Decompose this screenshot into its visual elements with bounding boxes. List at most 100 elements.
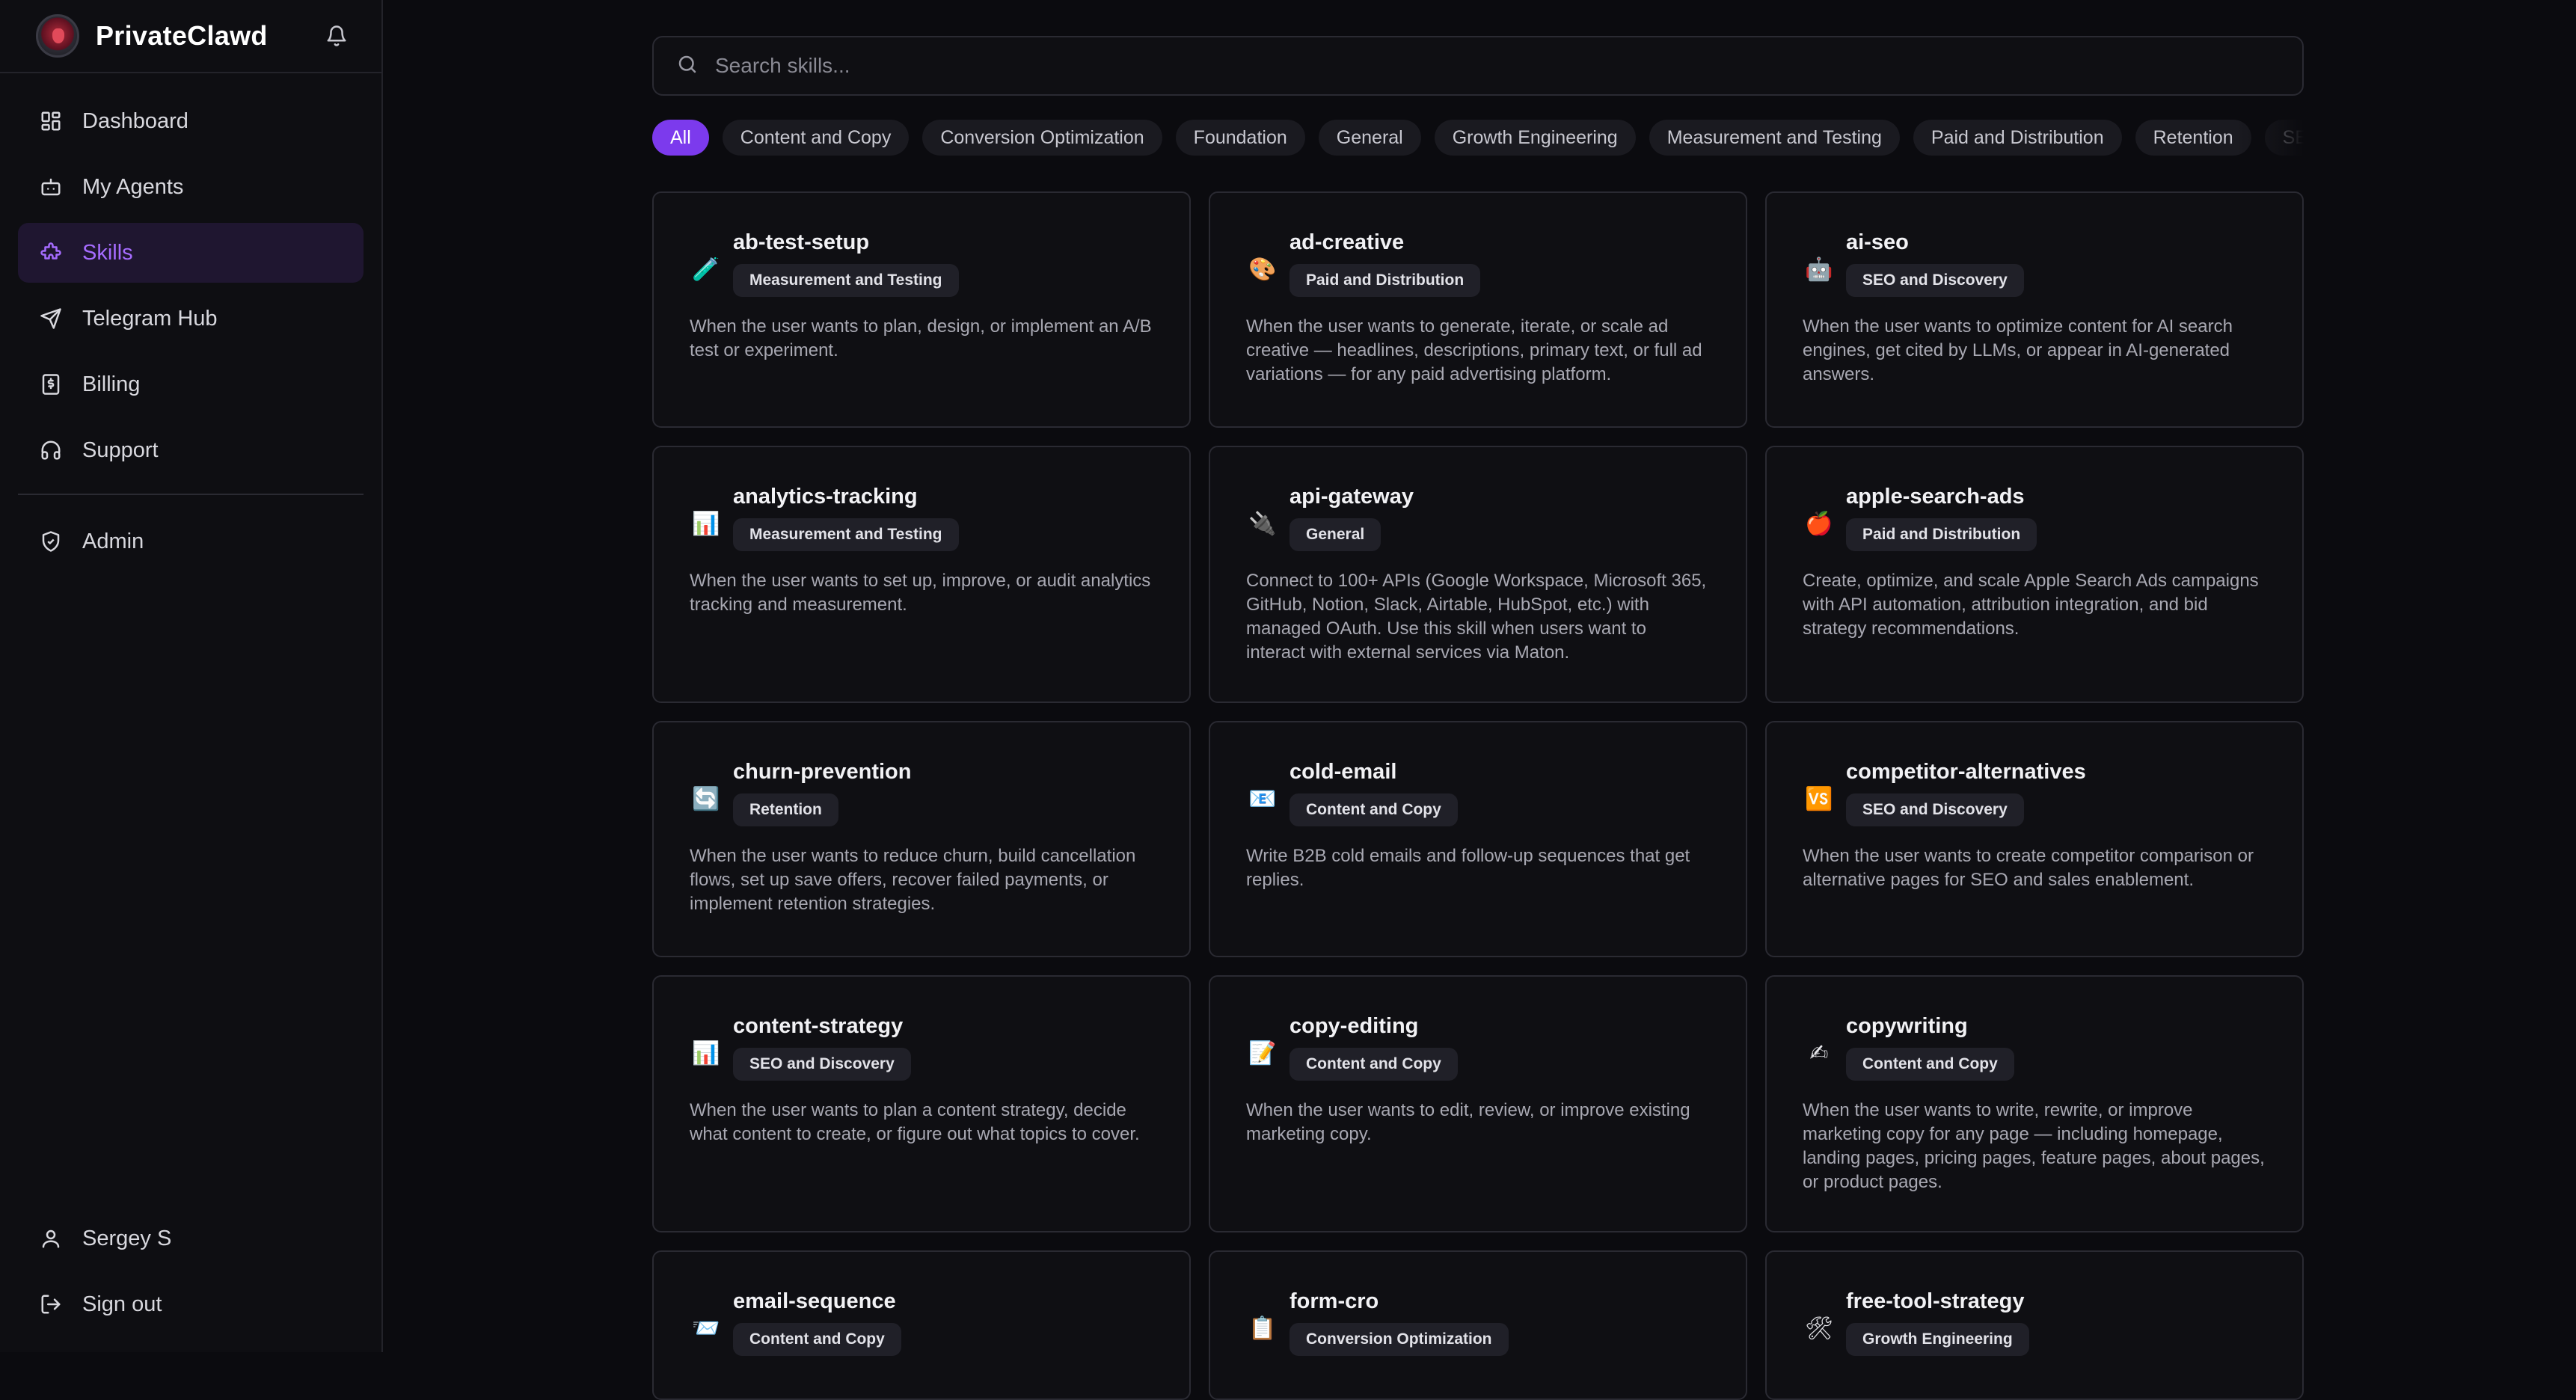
nav-item-my-agents[interactable]: My Agents	[18, 157, 364, 217]
skill-name: apple-search-ads	[1846, 485, 2037, 509]
sidebar-footer: Sergey S Sign out	[18, 1209, 364, 1340]
nav-item-dashboard[interactable]: Dashboard	[18, 91, 364, 151]
nav-label: Skills	[82, 241, 133, 265]
skill-card[interactable]: 🤖 ai-seoSEO and Discovery When the user wa…	[1765, 191, 2304, 428]
skill-name: cold-email	[1289, 760, 1458, 785]
skill-category-badge: Content and Copy	[1846, 1048, 2014, 1081]
filter-chip-foundation[interactable]: Foundation	[1176, 120, 1305, 156]
skill-category-badge: Content and Copy	[1289, 1048, 1458, 1081]
user-icon	[37, 1225, 64, 1252]
skill-card-header: 🧪ab-test-setupMeasurement and Testing	[690, 230, 1153, 297]
logout-icon	[37, 1291, 64, 1318]
skill-name: competitor-alternatives	[1846, 760, 2086, 785]
skill-description: When the user wants to set up, improve, …	[690, 569, 1153, 617]
main-nav: Dashboard My Agents Skills Telegram Hub …	[0, 73, 381, 571]
filter-chip-conversion-optimization[interactable]: Conversion Optimization	[922, 120, 1162, 156]
puzzle-icon	[37, 239, 64, 266]
nav-divider	[18, 494, 364, 495]
envelope-icon: 📨	[690, 1312, 723, 1345]
skill-card-header: 📨email-sequenceContent and Copy	[690, 1289, 1153, 1356]
skill-card-heading: api-gatewayGeneral	[1289, 485, 1414, 551]
skill-card[interactable]: 🍎apple-search-adsPaid and Distribution Cr…	[1765, 446, 2304, 703]
skill-description: Write B2B cold emails and follow-up sequ…	[1246, 844, 1710, 892]
nav-label: Support	[82, 438, 159, 463]
nav-item-billing[interactable]: Billing	[18, 354, 364, 414]
skill-description: When the user wants to edit, review, or …	[1246, 1099, 1710, 1146]
skill-card[interactable]: 📨email-sequenceContent and Copy	[652, 1250, 1191, 1400]
skill-card-heading: apple-search-adsPaid and Distribution	[1846, 485, 2037, 551]
filter-chip-growth-engineering[interactable]: Growth Engineering	[1435, 120, 1636, 156]
filter-chip-paid-and-distribution[interactable]: Paid and Distribution	[1913, 120, 2122, 156]
filter-chip-general[interactable]: General	[1319, 120, 1421, 156]
skill-card-heading: analytics-trackingMeasurement and Testin…	[733, 485, 959, 551]
skill-card[interactable]: 📊analytics-trackingMeasurement and Testi…	[652, 446, 1191, 703]
skill-description: When the user wants to plan a content st…	[690, 1099, 1153, 1146]
skill-description: When the user wants to optimize content …	[1803, 315, 2266, 387]
search-bar[interactable]	[652, 36, 2304, 96]
skill-card-heading: content-strategySEO and Discovery	[733, 1014, 911, 1081]
skill-card[interactable]: 🛠free-tool-strategyGrowth Engineering	[1765, 1250, 2304, 1400]
skill-card[interactable]: 🎨ad-creativePaid and DistributionWhen th…	[1209, 191, 1747, 428]
skill-card-header: 🔄churn-preventionRetention	[690, 760, 1153, 826]
dashboard-icon	[37, 108, 64, 135]
skill-card-header: 📝copy-editingContent and Copy	[1246, 1014, 1710, 1081]
plug-icon: 🔌	[1246, 507, 1279, 540]
category-filter-bar: All Content and Copy Conversion Optimizati…	[652, 120, 2304, 157]
skill-card-header: 🤖 ai-seoSEO and Discovery	[1803, 230, 2266, 297]
shield-icon	[37, 528, 64, 555]
nav-item-telegram-hub[interactable]: Telegram Hub	[18, 289, 364, 349]
envelope-icon: 📧	[1246, 782, 1279, 815]
filter-chip-retention[interactable]: Retention	[2135, 120, 2251, 156]
user-profile[interactable]: Sergey S	[18, 1209, 364, 1268]
skill-card-header: 📧cold-emailContent and Copy	[1246, 760, 1710, 826]
skill-card-heading: ad-creativePaid and Distribution	[1289, 230, 1480, 297]
skill-card-header: 🍎apple-search-adsPaid and Distribution	[1803, 485, 2266, 551]
skill-card-heading: ai-seoSEO and Discovery	[1846, 230, 2024, 297]
app-name: PrivateClawd	[96, 20, 268, 52]
skill-card[interactable]: 📊content-strategySEO and Discovery When t…	[652, 975, 1191, 1232]
skill-name: api-gateway	[1289, 485, 1414, 509]
tools-icon: 🛠	[1803, 1312, 1836, 1345]
sign-out-button[interactable]: Sign out	[18, 1274, 364, 1334]
search-input[interactable]	[715, 54, 2280, 78]
skill-card[interactable]: 🔌 api-gatewayGeneral Connect to 100+ APIs …	[1209, 446, 1747, 703]
robot-icon: 🤖	[1803, 253, 1836, 286]
skill-card[interactable]: 🆚 competitor-alternatives SEO and Discover…	[1765, 721, 2304, 957]
skill-description: When the user wants to generate, iterate…	[1246, 315, 1710, 387]
skill-card-header: 📊content-strategySEO and Discovery	[690, 1014, 1153, 1081]
skill-category-badge: SEO and Discovery	[1846, 793, 2024, 826]
refresh-icon: 🔄	[690, 782, 723, 815]
skill-card[interactable]: 🧪ab-test-setupMeasurement and Testing Whe…	[652, 191, 1191, 428]
vs-icon: 🆚	[1803, 782, 1836, 815]
skill-description: Create, optimize, and scale Apple Search…	[1803, 569, 2266, 641]
nav-label: My Agents	[82, 175, 183, 200]
skill-name: ad-creative	[1289, 230, 1480, 255]
nav-label: Admin	[82, 529, 144, 554]
filter-chip-content-and-copy[interactable]: Content and Copy	[723, 120, 910, 156]
filter-chip-all[interactable]: All	[652, 120, 709, 156]
skill-category-badge: Growth Engineering	[1846, 1323, 2029, 1356]
nav-label: Telegram Hub	[82, 307, 218, 331]
search-icon	[676, 53, 699, 79]
skill-card[interactable]: ✍copywritingContent and CopyWhen the use…	[1765, 975, 2304, 1232]
filter-chip-measurement-and-testing[interactable]: Measurement and Testing	[1649, 120, 1900, 156]
skill-name: form-cro	[1289, 1289, 1509, 1314]
bell-icon[interactable]	[322, 21, 352, 51]
skill-card-heading: copy-editingContent and Copy	[1289, 1014, 1458, 1081]
nav-item-admin[interactable]: Admin	[18, 512, 364, 571]
skill-card-header: 📊analytics-trackingMeasurement and Testi…	[690, 485, 1153, 551]
nav-item-support[interactable]: Support	[18, 420, 364, 480]
skill-category-badge: Conversion Optimization	[1289, 1323, 1509, 1356]
skill-description: When the user wants to reduce churn, bui…	[690, 844, 1153, 916]
nav-item-skills[interactable]: Skills	[18, 223, 364, 283]
skill-description: When the user wants to plan, design, or …	[690, 315, 1153, 363]
skill-card[interactable]: 📋form-croConversion Optimization	[1209, 1250, 1747, 1400]
skill-category-badge: Measurement and Testing	[733, 264, 959, 297]
skill-card[interactable]: 📝copy-editingContent and Copy When the us…	[1209, 975, 1747, 1232]
skill-name: copywriting	[1846, 1014, 2014, 1039]
skill-card-header: ✍copywritingContent and Copy	[1803, 1014, 2266, 1081]
skill-description: Connect to 100+ APIs (Google Workspace, …	[1246, 569, 1710, 665]
skill-card[interactable]: 📧cold-emailContent and CopyWrite B2B col…	[1209, 721, 1747, 957]
app-logo[interactable]	[36, 14, 79, 58]
skill-card[interactable]: 🔄churn-preventionRetention When the user …	[652, 721, 1191, 957]
